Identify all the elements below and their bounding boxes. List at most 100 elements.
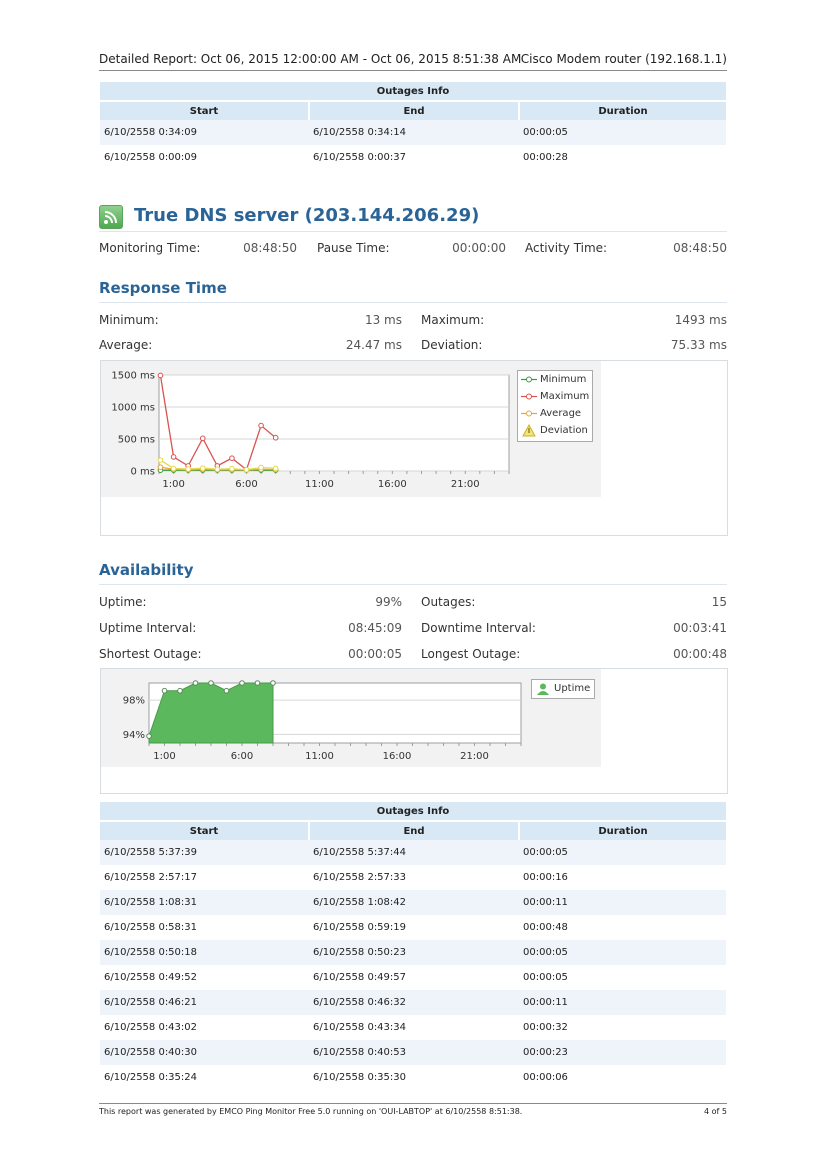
uptime-label: Uptime: [99,595,147,609]
table-row: 6/10/2558 2:57:17 6/10/2558 2:57:33 00:00:… [100,865,726,890]
y-tick-label: 1500 ms [111,371,155,382]
table-row: 6/10/2558 0:58:31 6/10/2558 0:59:19 00:00:… [100,915,726,940]
outage-duration: 00:00:16 [523,872,568,883]
downtime-interval-label: Downtime Interval: [421,621,536,635]
y-tick-label: 0 ms [131,467,156,478]
data-point-uptime [239,680,245,686]
outage-start: 6/10/2558 5:37:39 [100,840,309,865]
longest-outage-value: 00:00:48 [673,647,727,661]
outage-start: 6/10/2558 2:57:17 [104,872,198,883]
page-number: 4 of 5 [704,1107,727,1116]
response-time-legend: Minimum Maximum Average Deviation [517,370,593,442]
availability-chart-box: 98% 94% 1:00 6:00 11:00 16:00 21:00 Uptime [100,668,728,794]
table-row: 6/10/2558 0:40:30 6/10/2558 0:40:53 00:00:… [100,1040,726,1065]
data-point-maximum [199,435,206,442]
data-point-uptime [208,680,214,686]
column-start: Start [100,101,310,120]
outages-caption: Outages Info [100,82,726,102]
table-row: 6/10/2558 0:49:52 6/10/2558 0:49:57 00:00:… [100,965,726,990]
table-row: 6/10/2558 5:37:39 6/10/2558 5:37:44 00:00:… [100,840,726,865]
data-point-maximum [258,422,264,429]
outage-duration: 00:00:32 [523,1022,568,1033]
outages-caption: Outages Info [100,802,726,822]
availability-title: Availability [99,561,194,579]
outage-start: 6/10/2558 0:46:21 [100,990,309,1015]
outage-end: 6/10/2558 2:57:33 [313,872,407,883]
y-tick-label: 94% [123,730,145,741]
x-tick-label: 21:00 [451,479,480,490]
x-tick-label: 16:00 [383,751,412,762]
y-tick-label: 500 ms [118,435,155,446]
outage-duration: 00:00:23 [519,1040,726,1065]
outage-end: 6/10/2558 0:34:14 [309,120,519,145]
column-start: Start [100,821,310,840]
maximum-value: 1493 ms [674,313,727,327]
server-title: True DNS server (203.144.206.29) [134,205,480,226]
table-row: 6/10/2558 0:00:09 6/10/2558 0:00:37 00:00:… [100,145,726,170]
y-tick-label: 1000 ms [111,403,155,414]
data-point-uptime [146,733,152,739]
table-row: 6/10/2558 1:08:31 6/10/2558 1:08:42 00:00:… [100,890,726,915]
outage-end: 6/10/2558 0:35:30 [313,1072,407,1083]
plot-area [158,374,510,472]
outage-duration: 00:00:06 [523,1072,568,1083]
generated-note: This report was generated by EMCO Ping M… [99,1107,523,1116]
x-tick-label: 1:00 [162,479,184,490]
table-row: 6/10/2558 0:50:18 6/10/2558 0:50:23 00:00:… [100,940,726,965]
activity-time-value: 08:48:50 [673,241,727,255]
shortest-outage-value: 00:00:05 [348,647,402,661]
outage-end: 6/10/2558 5:37:44 [309,840,519,865]
data-point-uptime [270,680,276,686]
response-time-chart-box: 1500 ms 1000 ms 500 ms 0 ms 1:00 6:00 11:00 16:… [100,360,728,536]
outage-end: 6/10/2558 0:59:19 [313,922,407,933]
response-time-title: Response Time [99,279,227,297]
outage-start: 6/10/2558 0:50:18 [100,940,309,965]
outage-duration: 00:00:05 [519,120,726,145]
minimum-label: Minimum: [99,313,159,327]
report-range: Detailed Report: Oct 06, 2015 12:00:00 A… [99,52,522,66]
average-label: Average: [99,338,153,352]
legend-label-maximum: Maximum [540,391,590,402]
data-point-uptime [177,687,183,694]
report-header: Detailed Report: Oct 06, 2015 12:00:00 A… [99,50,727,71]
availability-chart: 98% 94% 1:00 6:00 11:00 16:00 21:00 [101,669,601,767]
data-point-deviation [214,466,221,473]
data-point-deviation [229,465,235,472]
monitoring-time-label: Monitoring Time: [99,241,201,255]
outage-start: 6/10/2558 0:49:52 [104,972,198,983]
table-row: 6/10/2558 0:46:21 6/10/2558 0:46:32 00:00:… [100,990,726,1015]
divider [99,302,727,303]
x-tick-label: 6:00 [235,479,257,490]
outage-start: 6/10/2558 0:58:31 [104,922,198,933]
outage-end: 6/10/2558 1:08:42 [309,890,519,915]
legend-label-uptime: Uptime [554,683,591,694]
uptime-interval-label: Uptime Interval: [99,621,197,635]
data-point-uptime [254,680,261,686]
y-tick-label: 98% [123,696,145,707]
x-tick-label: 11:00 [305,479,334,490]
warning-triangle-icon [522,424,536,437]
outage-duration: 00:00:11 [519,890,726,915]
table-row: 6/10/2558 0:34:09 6/10/2558 0:34:14 00:00:… [100,120,726,145]
outage-end: 6/10/2558 0:40:53 [309,1040,519,1065]
minimum-value: 13 ms [364,313,402,327]
outages-value: 15 [711,595,727,609]
data-point-uptime [192,680,199,686]
activity-time-label: Activity Time: [525,241,608,255]
outage-start: 6/10/2558 0:43:02 [104,1022,198,1033]
uptime-interval-value: 08:45:09 [348,621,402,635]
outage-duration: 00:00:11 [519,990,726,1015]
data-point-deviation [258,464,264,471]
report-footer: This report was generated by EMCO Ping M… [99,1103,727,1116]
maximum-label: Maximum: [421,313,485,327]
pause-time-label: Pause Time: [317,241,390,255]
outage-end: 6/10/2558 0:46:32 [309,990,519,1015]
table-row: 6/10/2558 0:35:24 6/10/2558 0:35:30 00:00:… [100,1065,726,1090]
data-point-maximum [229,455,235,461]
outage-start: 6/10/2558 0:00:09 [104,152,198,163]
column-duration: Duration [519,821,726,840]
outage-end: 6/10/2558 0:00:37 [313,152,407,163]
data-point-maximum [170,454,177,460]
legend-item-deviation: Deviation [518,422,592,439]
legend-item-maximum: Maximum [518,388,592,405]
